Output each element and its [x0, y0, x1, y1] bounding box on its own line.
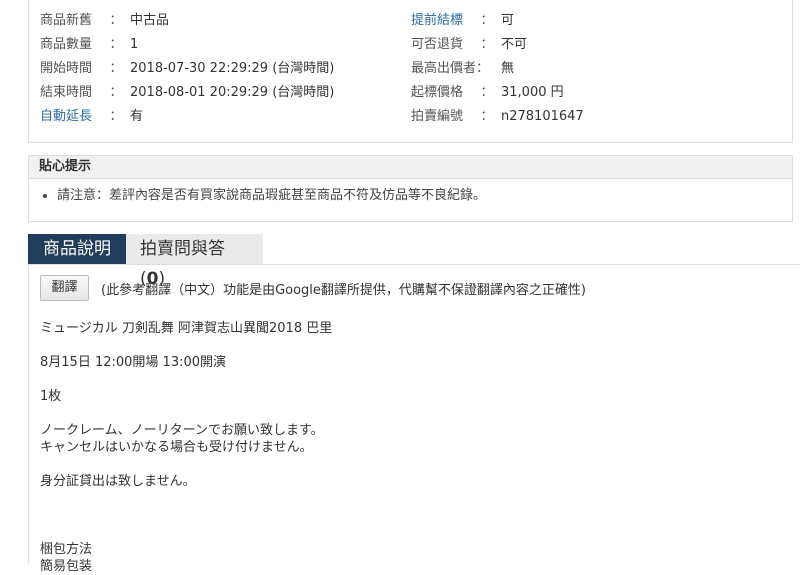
colon: ： — [480, 85, 494, 100]
info-row-start-price: 起標價格 ： 31,000 円 — [411, 81, 564, 105]
highest-bidder-value: 無 — [501, 61, 515, 76]
returns-value: 不可 — [501, 37, 528, 52]
info-row-condition: 商品新舊 ： 中古品 — [40, 9, 169, 33]
description-line: 梱包方法 — [40, 542, 93, 557]
end-time-label: 結束時間 — [40, 85, 93, 100]
tips-title: 貼心提示 — [29, 156, 792, 179]
info-row-highest-bidder: 最高出價者： 無 — [411, 57, 514, 81]
quantity-value: 1 — [130, 37, 139, 52]
description-line: 身分証貸出は致しません。 — [40, 474, 196, 489]
description-line: 1枚 — [40, 389, 62, 404]
tips-panel: 貼心提示 請注意：差評內容是否有買家說商品瑕疵甚至商品不符及仿品等不良紀錄。 — [28, 155, 793, 222]
early-end-value: 可 — [501, 13, 515, 28]
tips-list: 請注意：差評內容是否有買家說商品瑕疵甚至商品不符及仿品等不良紀錄。 — [29, 187, 792, 205]
description-line: キャンセルはいかなる場合も受け付けません。 — [40, 440, 313, 455]
info-row-quantity: 商品數量 ： 1 — [40, 33, 138, 57]
start-time-label: 開始時間 — [40, 61, 93, 76]
colon: ： — [109, 109, 123, 124]
returns-label: 可否退貨 — [411, 37, 464, 52]
translate-button[interactable]: 翻譯 — [40, 275, 89, 301]
translate-note: (此參考翻譯（中文）功能是由Google翻譯所提供，代購幫不保證翻譯內容之正確性… — [101, 283, 586, 298]
colon: ： — [480, 37, 494, 52]
condition-label: 商品新舊 — [40, 13, 93, 28]
end-time-value: 2018-08-01 20:29:29 (台灣時間) — [130, 85, 335, 100]
colon: ： — [109, 37, 123, 52]
info-row-early-end: 提前結標 ： 可 — [411, 9, 514, 33]
description-line: ミュージカル 刀剣乱舞 阿津賀志山異聞2018 巴里 — [40, 321, 333, 336]
auto-extend-value: 有 — [130, 109, 144, 124]
info-row-start-time: 開始時間 ： 2018-07-30 22:29:29 (台灣時間) — [40, 57, 334, 81]
early-end-link[interactable]: 提前結標 — [411, 9, 473, 33]
info-row-end-time: 結束時間 ： 2018-08-01 20:29:29 (台灣時間) — [40, 81, 334, 105]
colon: ： — [109, 61, 123, 76]
info-row-returns: 可否退貨 ： 不可 — [411, 33, 527, 57]
tab-description[interactable]: 商品說明 — [28, 234, 126, 264]
tips-item: 請注意：差評內容是否有買家說商品瑕疵甚至商品不符及仿品等不良紀錄。 — [57, 187, 792, 205]
description-line: ノークレーム、ノーリターンでお願い致します。 — [40, 423, 324, 438]
auction-id-label: 拍賣編號 — [411, 109, 464, 124]
description-line: 8月15日 12:00開場 13:00開演 — [40, 355, 227, 370]
description-panel: 翻譯 (此參考翻譯（中文）功能是由Google翻譯所提供，代購幫不保證翻譯內容之… — [28, 264, 800, 574]
colon: ： — [480, 109, 494, 124]
condition-value: 中古品 — [130, 13, 170, 28]
info-row-auction-id: 拍賣編號 ： n278101647 — [411, 105, 584, 129]
info-row-auto-extend: 自動延長 ： 有 — [40, 105, 143, 129]
content-tabs: 商品說明 拍賣問與答(0) — [28, 234, 800, 289]
start-time-value: 2018-07-30 22:29:29 (台灣時間) — [130, 61, 335, 76]
description-line: 簡易包装 — [40, 559, 93, 574]
auto-extend-link[interactable]: 自動延長 — [40, 105, 102, 129]
highest-bidder-label: 最高出價者： — [411, 61, 490, 76]
colon: ： — [480, 13, 494, 28]
start-price-value: 31,000 円 — [501, 85, 564, 100]
quantity-label: 商品數量 — [40, 37, 93, 52]
colon: ： — [109, 85, 123, 100]
auction-id-value: n278101647 — [501, 109, 584, 124]
tab-qa[interactable]: 拍賣問與答(0) — [126, 234, 263, 289]
start-price-label: 起標價格 — [411, 85, 464, 100]
colon: ： — [109, 13, 123, 28]
item-info-panel: 商品新舊 ： 中古品 商品數量 ： 1 開始時間 ： 2018-07-30 22:29:29… — [28, 0, 793, 143]
